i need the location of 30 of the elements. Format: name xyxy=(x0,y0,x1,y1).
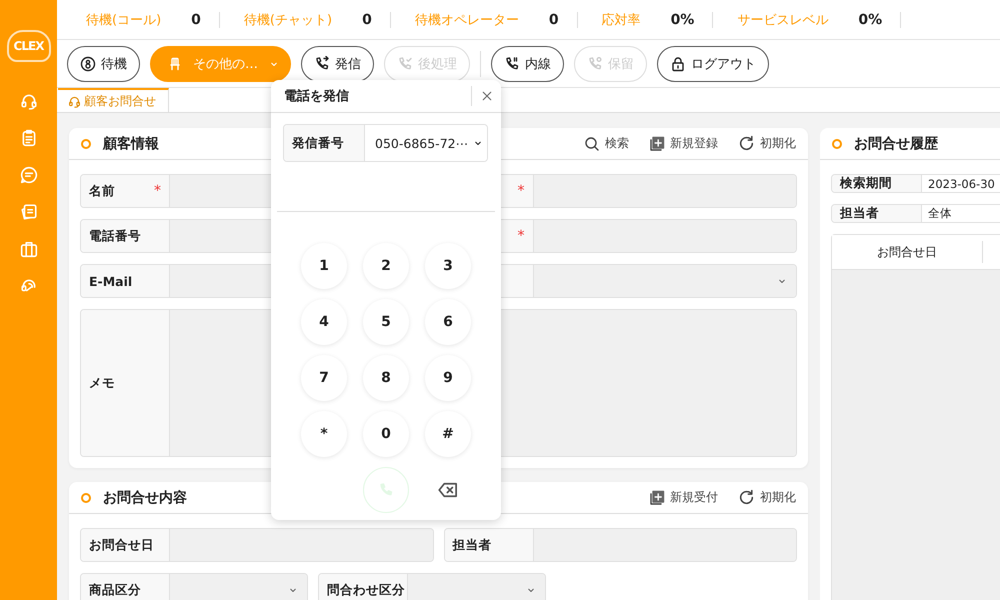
field-label: 名前 xyxy=(89,182,115,200)
field-label: 検索期間 xyxy=(832,175,922,192)
section-title: お問合せ履歴 xyxy=(854,134,938,152)
popup-title: 電話を発信 xyxy=(284,88,349,105)
required-mark: * xyxy=(154,183,161,199)
required-mark: * xyxy=(518,228,524,244)
field-label: E-Mail xyxy=(89,274,132,288)
logo: CLEX xyxy=(6,30,50,62)
section-title: お問合せ内容 xyxy=(103,488,187,506)
stat-label: 待機オペレーター xyxy=(414,12,519,28)
field-label: 担当者 xyxy=(832,205,922,222)
field-label: お問合せ日 xyxy=(81,529,170,561)
field-label: 商品区分 xyxy=(81,574,170,600)
stat-label: 待機(チャット) xyxy=(244,12,332,28)
field-label: 発信番号 xyxy=(284,125,365,161)
column-header: お問合せ日 xyxy=(877,245,937,259)
stat-label: 応対率 xyxy=(602,12,641,28)
stat-label: 待機(コール) xyxy=(86,12,162,28)
field-label: 電話番号 xyxy=(89,228,141,244)
section-title: 顧客情報 xyxy=(103,134,159,152)
stat-value: 0% xyxy=(670,12,694,28)
stat-value: 0 xyxy=(362,12,372,28)
stat-value: 0 xyxy=(548,12,559,28)
required-mark: * xyxy=(518,183,524,199)
stat-value: 0 xyxy=(191,12,201,28)
stat-value: 0% xyxy=(858,12,882,28)
field-label: 担当者 xyxy=(444,529,534,561)
field-label: 問合わせ区分 xyxy=(319,574,408,600)
stat-label: サービスレベル xyxy=(737,12,828,28)
field-label: メモ xyxy=(81,310,170,456)
